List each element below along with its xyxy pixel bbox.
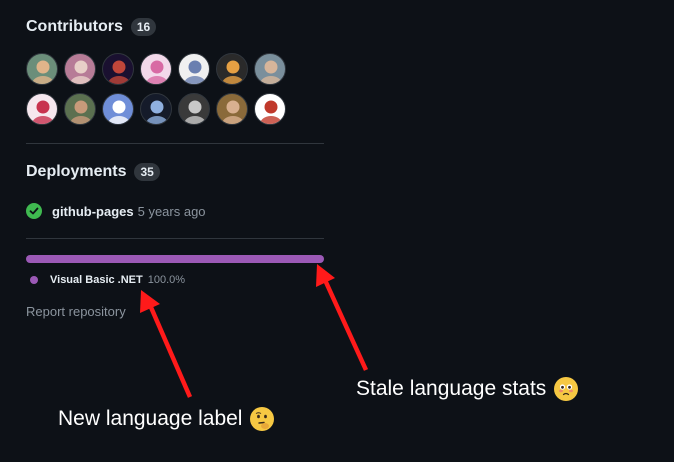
language-name: Visual Basic .NET xyxy=(50,274,143,286)
deployment-name-link[interactable]: github-pages xyxy=(52,204,134,219)
avatar-8[interactable] xyxy=(26,93,58,125)
avatar-4[interactable] xyxy=(140,53,172,85)
report-repository-link[interactable]: Report repository xyxy=(26,304,126,319)
avatar-7[interactable] xyxy=(254,53,286,85)
avatar-13[interactable] xyxy=(216,93,248,125)
avatar-6[interactable] xyxy=(216,53,248,85)
thinking-face-icon xyxy=(250,407,275,431)
avatar-5[interactable] xyxy=(178,53,210,85)
contributors-header[interactable]: Contributors 16 xyxy=(26,18,157,36)
annotation-new-language-label: New language label xyxy=(58,407,275,431)
left-arrow xyxy=(140,290,193,398)
contributors-count-badge: 16 xyxy=(130,18,157,36)
worried-face-icon xyxy=(554,377,579,401)
section-divider xyxy=(26,238,324,239)
annotation-stale-language-stats: Stale language stats xyxy=(356,377,579,401)
deployment-item[interactable]: github-pages 5 years ago xyxy=(26,203,206,219)
annotation-left-text: New language label xyxy=(58,407,243,430)
avatar-10[interactable] xyxy=(102,93,134,125)
avatar-11[interactable] xyxy=(140,93,172,125)
deployment-time: 5 years ago xyxy=(137,203,206,219)
avatar-3[interactable] xyxy=(102,53,134,85)
language-item[interactable]: Visual Basic .NET 100.0% xyxy=(30,274,185,286)
language-bar xyxy=(26,255,324,263)
avatar-1[interactable] xyxy=(26,53,58,85)
deployments-title[interactable]: Deployments xyxy=(26,163,126,181)
avatar-2[interactable] xyxy=(64,53,96,85)
contributors-title[interactable]: Contributors xyxy=(26,18,123,36)
avatar-12[interactable] xyxy=(178,93,210,125)
avatar-14[interactable] xyxy=(254,93,286,125)
language-percent: 100.0% xyxy=(147,274,186,286)
deployments-count-badge: 35 xyxy=(134,163,160,181)
right-arrow xyxy=(316,264,369,371)
avatar-9[interactable] xyxy=(64,93,96,125)
deployments-header[interactable]: Deployments 35 xyxy=(26,163,160,181)
section-divider xyxy=(26,143,324,144)
annotation-right-text: Stale language stats xyxy=(356,377,547,400)
language-color-dot xyxy=(30,276,38,284)
language-bar-fill xyxy=(26,255,324,263)
check-circle-icon xyxy=(26,203,42,219)
